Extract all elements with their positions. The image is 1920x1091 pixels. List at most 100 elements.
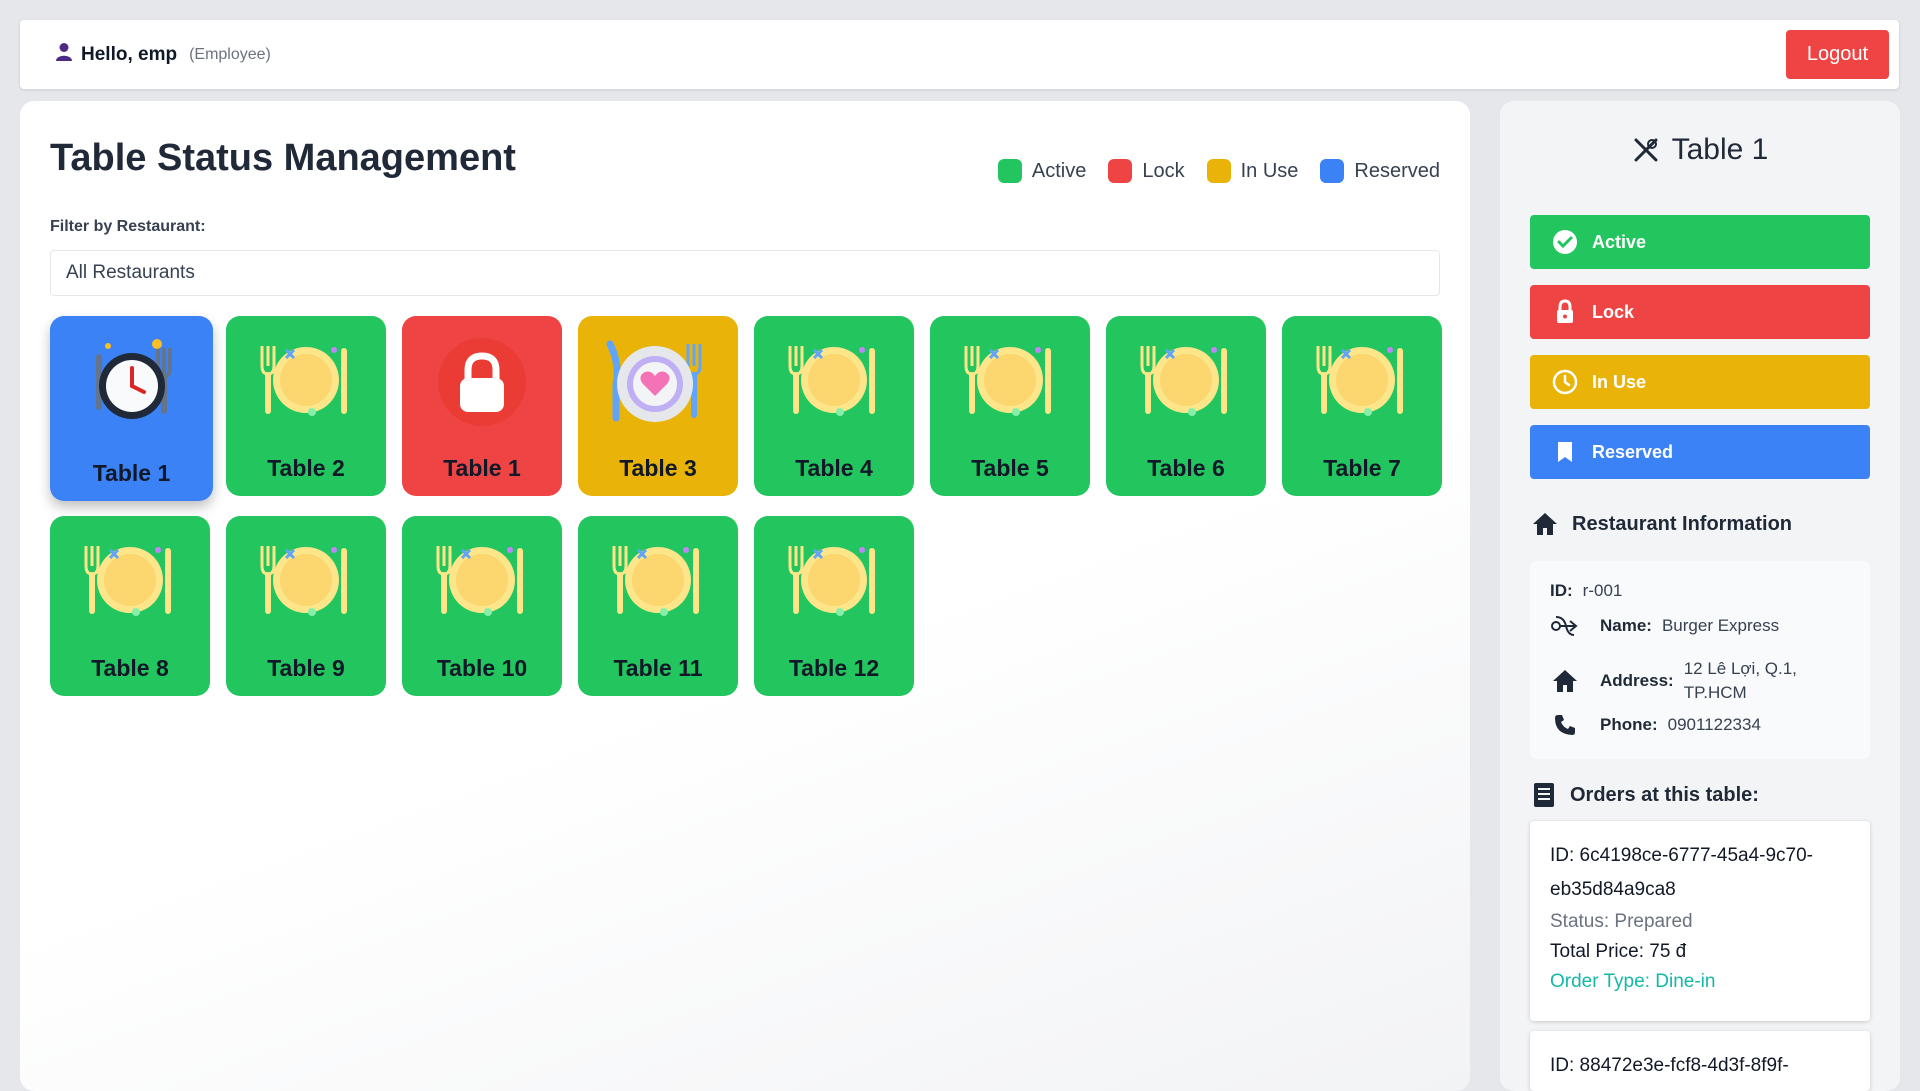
legend-swatch <box>1206 159 1231 183</box>
order-id: ID: 88472e3e-fcf8-4d3f-8f9f- <box>1550 1055 1789 1076</box>
plate-cutlery-icon <box>1140 346 1227 416</box>
restaurant-info-card: ID: r-001 Name: Burger Express Address: … <box>1530 561 1870 759</box>
field-label: Address: <box>1600 671 1674 690</box>
legend-lock: Lock <box>1108 159 1185 183</box>
field-label: Phone: <box>1600 715 1658 734</box>
table-label: Table 3 <box>619 455 697 481</box>
button-label: Lock <box>1592 301 1635 322</box>
plate-heart-icon <box>606 340 702 422</box>
restaurant-name-row: Name: Burger Express <box>1550 613 1779 639</box>
clock-cutlery-icon <box>95 339 172 419</box>
table-tile[interactable]: Table 9 <box>226 516 386 696</box>
plate-cutlery-icon <box>84 546 171 616</box>
set-lock-button[interactable]: Lock <box>1530 285 1870 339</box>
table-tile[interactable]: Table 6 <box>1106 316 1266 496</box>
plate-cutlery-icon <box>788 546 875 616</box>
restaurant-filter-select[interactable]: All Restaurants <box>50 250 1440 296</box>
logout-button[interactable]: Logout <box>1786 30 1889 79</box>
padlock-icon <box>438 338 526 426</box>
restaurant-address-row: Address: 12 Lê Lợi, Q.1, TP.HCM <box>1550 657 1797 705</box>
table-tile[interactable]: Table 1 <box>402 316 562 496</box>
section-title: Restaurant Information <box>1572 512 1793 535</box>
legend-reserved: Reserved <box>1320 159 1440 183</box>
legend-label: In Use <box>1240 159 1299 182</box>
table-status-panel: Table Status Management Active Lock In U… <box>20 101 1470 1091</box>
order-card[interactable]: ID: 88472e3e-fcf8-4d3f-8f9f- <box>1530 1031 1870 1091</box>
table-tile[interactable]: Table 12 <box>754 516 914 696</box>
filter-label: Filter by Restaurant: <box>50 218 206 235</box>
role-text: (Employee) <box>189 45 271 63</box>
address-line: 12 Lê Lợi, Q.1, <box>1683 659 1797 678</box>
table-label: Table 9 <box>267 655 345 681</box>
top-bar: Hello, emp (Employee) Logout <box>20 20 1899 89</box>
restaurant-address: 12 Lê Lợi, Q.1, TP.HCM <box>1684 657 1797 705</box>
table-tile[interactable]: Table 11 <box>578 516 738 696</box>
field-label: ID: <box>1550 581 1573 600</box>
table-label: Table 10 <box>436 655 528 681</box>
set-in-use-button[interactable]: In Use <box>1530 355 1870 409</box>
table-tile[interactable]: Table 7 <box>1282 316 1442 496</box>
legend-in-use: In Use <box>1206 159 1299 183</box>
restaurant-phone: 0901122334 <box>1667 715 1761 734</box>
table-label: Table 4 <box>795 455 873 481</box>
legend-swatch <box>1108 159 1133 183</box>
table-label: Table 6 <box>1147 455 1225 481</box>
clock-icon <box>1552 369 1578 395</box>
receipt-icon <box>1534 783 1554 807</box>
table-tile[interactable]: Table 1 <box>50 316 213 501</box>
restaurant-info-heading: Restaurant Information <box>1532 512 1792 536</box>
selected-table-title: Table 1 <box>1500 133 1900 167</box>
page-title: Table Status Management <box>50 137 516 179</box>
table-tile[interactable]: Table 5 <box>930 316 1090 496</box>
plate-cutlery-icon <box>1316 346 1403 416</box>
selected-table-name: Table 1 <box>1671 133 1769 166</box>
restaurant-phone-row: Phone: 0901122334 <box>1550 713 1761 737</box>
home-icon <box>1553 670 1577 692</box>
field-label: Name: <box>1600 616 1652 635</box>
order-id: eb35d84a9ca8 <box>1550 879 1676 900</box>
table-tile[interactable]: Table 10 <box>402 516 562 696</box>
set-reserved-button[interactable]: Reserved <box>1530 425 1870 479</box>
lock-icon <box>1557 299 1573 323</box>
greeting-text: Hello, emp <box>81 43 178 65</box>
restaurant-id-row: ID: r-001 <box>1550 581 1622 601</box>
plate-cutlery-icon <box>436 546 523 616</box>
order-status: Status: Prepared <box>1550 911 1693 932</box>
table-tile[interactable]: Table 4 <box>754 316 914 496</box>
orders-heading: Orders at this table: <box>1532 782 1759 808</box>
plate-cutlery-icon <box>788 346 875 416</box>
table-label: Table 12 <box>788 655 880 681</box>
button-label: In Use <box>1592 371 1647 392</box>
table-label: Table 11 <box>613 655 703 681</box>
restaurant-id: r-001 <box>1582 581 1623 600</box>
order-card[interactable]: ID: 6c4198ce-6777-45a4-9c70- eb35d84a9ca… <box>1530 821 1870 1021</box>
restaurant-name: Burger Express <box>1661 616 1780 635</box>
legend-label: Lock <box>1142 159 1185 182</box>
user-icon <box>55 42 73 67</box>
table-label: Table 8 <box>91 655 169 681</box>
table-tile[interactable]: Table 2 <box>226 316 386 496</box>
fork-knife-icon <box>1634 138 1658 162</box>
button-label: Active <box>1592 231 1647 252</box>
status-legend: Active Lock In Use Reserved <box>997 159 1440 183</box>
section-title: Orders at this table: <box>1570 783 1759 806</box>
plate-cutlery-icon <box>260 346 347 416</box>
address-line: TP.HCM <box>1683 683 1747 702</box>
table-label: Table 7 <box>1323 455 1401 481</box>
route-icon <box>1551 616 1578 636</box>
set-active-button[interactable]: Active <box>1530 215 1870 269</box>
legend-active: Active <box>997 159 1086 183</box>
table-label: Table 1 <box>92 460 171 486</box>
plate-cutlery-icon <box>964 346 1051 416</box>
plate-cutlery-icon <box>612 546 699 616</box>
order-type: Order Type: Dine-in <box>1550 971 1716 992</box>
check-circle-icon <box>1553 230 1577 254</box>
user-greeting: Hello, emp (Employee) <box>55 42 271 67</box>
legend-label: Reserved <box>1354 159 1440 182</box>
bookmark-icon <box>1558 442 1572 462</box>
table-tile[interactable]: Table 3 <box>578 316 738 496</box>
button-label: Reserved <box>1592 441 1674 462</box>
plate-cutlery-icon <box>260 546 347 616</box>
table-detail-panel: Table 1 Active Lock In Use Reserved Rest… <box>1500 101 1900 1091</box>
table-tile[interactable]: Table 8 <box>50 516 210 696</box>
